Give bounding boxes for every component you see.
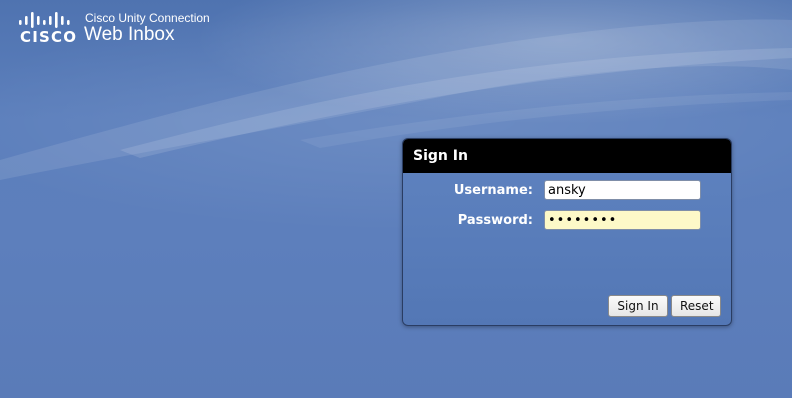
product-name: Cisco Unity Connection	[85, 11, 210, 25]
password-input[interactable]	[544, 210, 701, 230]
cisco-logo: CISCO	[18, 10, 78, 46]
app-title: Web Inbox	[84, 24, 175, 45]
signin-header: Sign In	[403, 139, 731, 173]
password-row: Password:	[403, 210, 731, 232]
username-label: Username:	[453, 183, 533, 198]
cisco-logo-icon	[19, 12, 70, 28]
signin-title: Sign In	[413, 148, 468, 164]
password-label: Password:	[457, 213, 533, 228]
reset-button[interactable]: Reset	[671, 295, 721, 317]
username-row: Username:	[403, 180, 731, 202]
signin-panel: Sign In Username: Password: Sign In Rese…	[402, 138, 732, 326]
signin-button[interactable]: Sign In	[608, 295, 668, 317]
username-input[interactable]	[544, 180, 701, 200]
cisco-wordmark: CISCO	[20, 28, 78, 46]
